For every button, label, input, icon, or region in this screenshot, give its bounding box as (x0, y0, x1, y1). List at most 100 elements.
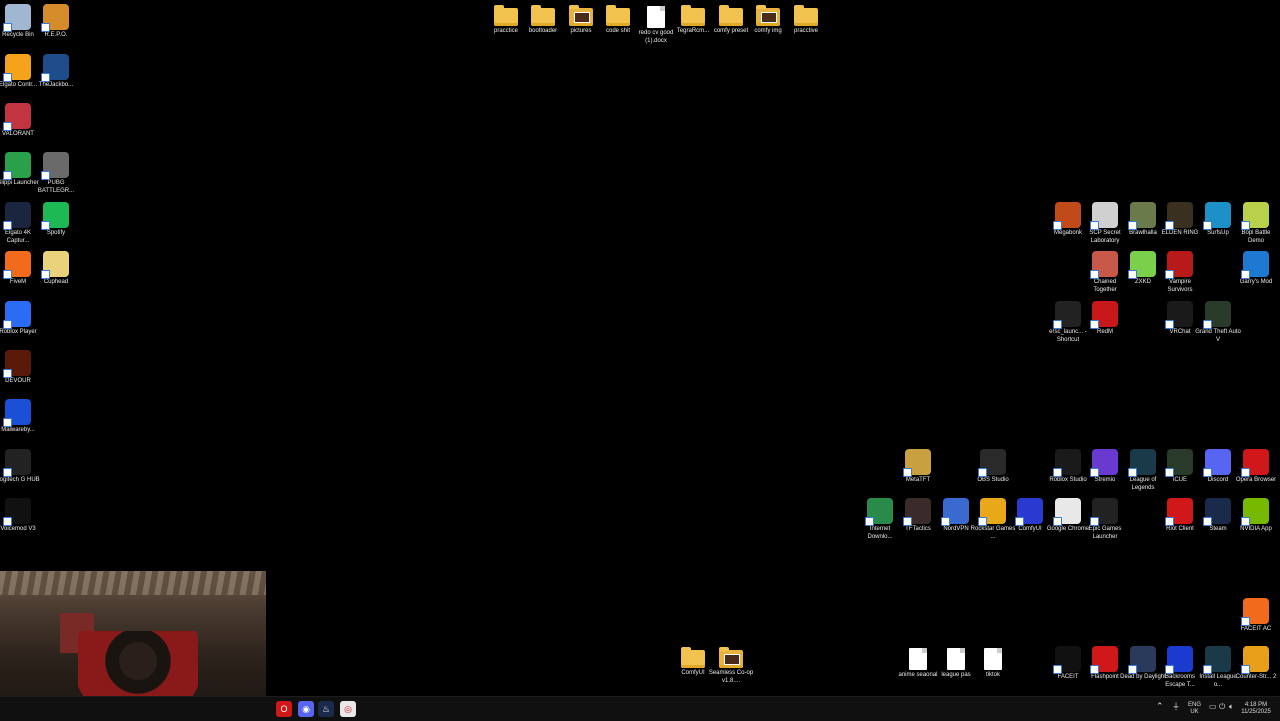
folder-icon (681, 5, 705, 26)
redm-shortcut[interactable]: RedM (1084, 301, 1126, 337)
spotify-shortcut[interactable]: Spotify (35, 202, 77, 238)
icon-label: RedM (1096, 329, 1113, 335)
icon-label: PUBG BATTLEGR... (37, 180, 75, 194)
icon-label: Counter-Str... 2 (1235, 674, 1277, 680)
shortcut-arrow-icon (1090, 468, 1099, 477)
shortcut-arrow-icon (3, 221, 12, 230)
vampire-survivors-shortcut[interactable]: Vampire Survivors (1159, 251, 1201, 294)
repo-icon (41, 4, 69, 32)
cs2-shortcut[interactable]: Counter-Str... 2 (1235, 646, 1277, 682)
folder-icon (756, 5, 780, 26)
icon-label: DEVOUR (5, 378, 31, 384)
shortcut-arrow-icon (1053, 517, 1062, 526)
webcam-ceiling (0, 571, 266, 595)
vrchat-icon (1165, 301, 1193, 329)
clock[interactable]: 4:18 PM 11/25/2025 (1238, 702, 1274, 716)
epic-games-shortcut[interactable]: Epic Games Launcher (1084, 498, 1126, 541)
cuphead-shortcut[interactable]: Cuphead (35, 251, 77, 287)
nvidia-shortcut[interactable]: NVIDIA App (1235, 498, 1277, 534)
bopl-shortcut[interactable]: Bopl Battle Demo (1235, 202, 1277, 245)
elgato-4k-shortcut[interactable]: Elgato 4K Captur... (0, 202, 39, 245)
shortcut-arrow-icon (1128, 221, 1137, 230)
document-icon (984, 648, 1002, 670)
shortcut-arrow-icon (1053, 468, 1062, 477)
garrys-mod-shortcut[interactable]: Garry's Mod (1235, 251, 1277, 287)
install-league-shortcut[interactable]: Install League o... (1197, 646, 1239, 689)
shortcut-arrow-icon (1053, 221, 1062, 230)
pubg-shortcut[interactable]: PUBG BATTLEGR... (35, 152, 77, 195)
folder-icon (569, 5, 593, 26)
shortcut-arrow-icon (41, 221, 50, 230)
stremio-icon (1090, 449, 1118, 477)
metatft-shortcut[interactable]: MetaTFT (897, 449, 939, 485)
shortcut-arrow-icon (41, 73, 50, 82)
tray-chevron-icon[interactable]: ⌃ (1156, 702, 1164, 711)
metatft-icon (903, 449, 931, 477)
icon-label: R.E.P.O. (44, 32, 68, 38)
league-shortcut[interactable]: League of Legends (1122, 449, 1164, 492)
jackbox-shortcut[interactable]: TheJackbo... (35, 54, 77, 90)
faceit-ac-shortcut[interactable]: FACEIT AC (1235, 598, 1277, 634)
document-icon (909, 648, 927, 670)
gta-v-shortcut[interactable]: Grand Theft Auto V (1195, 301, 1241, 344)
steam-taskbar-icon[interactable]: ♨ (318, 701, 334, 717)
document-shortcut[interactable]: redo cv good (1).docx (635, 4, 677, 45)
shortcut-arrow-icon (3, 517, 12, 526)
chrome-taskbar-icon[interactable]: ◎ (340, 701, 356, 717)
language-indicator[interactable]: ENG UK (1188, 702, 1201, 716)
clock-date: 11/25/2025 (1241, 709, 1271, 715)
document-shortcut[interactable]: tiktok (972, 646, 1014, 680)
shortcut-arrow-icon (1165, 221, 1174, 230)
shortcut-arrow-icon (941, 517, 950, 526)
logitech-ghub-shortcut[interactable]: Logitech G HUB (0, 449, 40, 485)
chained-together-shortcut[interactable]: Chained Together (1084, 251, 1126, 294)
zxkd-icon (1128, 251, 1156, 279)
icon-label: Voicemod V3 (0, 526, 36, 532)
icon-label: Bopl Battle Demo (1241, 230, 1271, 244)
opera-taskbar-icon[interactable]: O (276, 701, 292, 717)
voicemod-shortcut[interactable]: Voicemod V3 (0, 498, 39, 534)
chained-together-icon (1090, 251, 1118, 279)
opera-shortcut[interactable]: Opera Browser (1235, 449, 1277, 485)
chrome-icon (1053, 498, 1081, 526)
tray-usb-icon[interactable]: ⏚ (1172, 703, 1180, 711)
flashpoint-icon (1090, 646, 1118, 674)
icon-label: Opera Browser (1235, 477, 1277, 483)
steam-icon (1203, 498, 1231, 526)
icon-label: Grand Theft Auto V (1195, 329, 1241, 343)
valorant-shortcut[interactable]: VALORANT (0, 103, 39, 139)
nordvpn-icon (941, 498, 969, 526)
icue-icon (1165, 449, 1193, 477)
riot-client-icon (1165, 498, 1193, 526)
icon-label: Cuphead (43, 279, 69, 285)
elgato-control-icon (3, 54, 31, 82)
volume-icon[interactable]: 🔈︎ (1229, 703, 1234, 711)
shortcut-arrow-icon (1203, 221, 1212, 230)
shortcut-arrow-icon (1241, 270, 1250, 279)
shortcut-arrow-icon (1090, 320, 1099, 329)
scp-shortcut[interactable]: SCP Secret Laboratory (1084, 202, 1126, 245)
obs-shortcut[interactable]: OBS Studio (972, 449, 1014, 485)
shortcut-arrow-icon (1015, 517, 1024, 526)
discord-taskbar-icon[interactable]: ◉ (298, 701, 314, 717)
ersc-shortcut[interactable]: ersc_launc... - Shortcut (1047, 301, 1089, 344)
folder-shortcut[interactable]: pracctive (785, 4, 827, 36)
devour-icon (3, 350, 31, 378)
shortcut-arrow-icon (3, 270, 12, 279)
shortcut-arrow-icon (1241, 617, 1250, 626)
shortcut-arrow-icon (1203, 468, 1212, 477)
folder-shortcut[interactable]: Seamless Co-op v1.8.... (709, 646, 753, 685)
icon-label: tiktok (985, 672, 1000, 678)
logitech-ghub-icon (3, 449, 31, 477)
repo-shortcut[interactable]: R.E.P.O. (35, 4, 77, 40)
devour-shortcut[interactable]: DEVOUR (0, 350, 39, 386)
power-icon[interactable]: ⏻ (1219, 703, 1225, 711)
folder-icon (794, 5, 818, 26)
rockstar-shortcut[interactable]: Rockstar Games ... (971, 498, 1015, 541)
network-icon[interactable]: ▭ (1209, 703, 1217, 711)
idm-shortcut[interactable]: Internet Downlo... (859, 498, 901, 541)
malwarebytes-shortcut[interactable]: Malwareby... (0, 399, 39, 435)
cuphead-icon (41, 251, 69, 279)
roblox-player-shortcut[interactable]: Roblox Player (0, 301, 39, 337)
epic-games-icon (1090, 498, 1118, 526)
